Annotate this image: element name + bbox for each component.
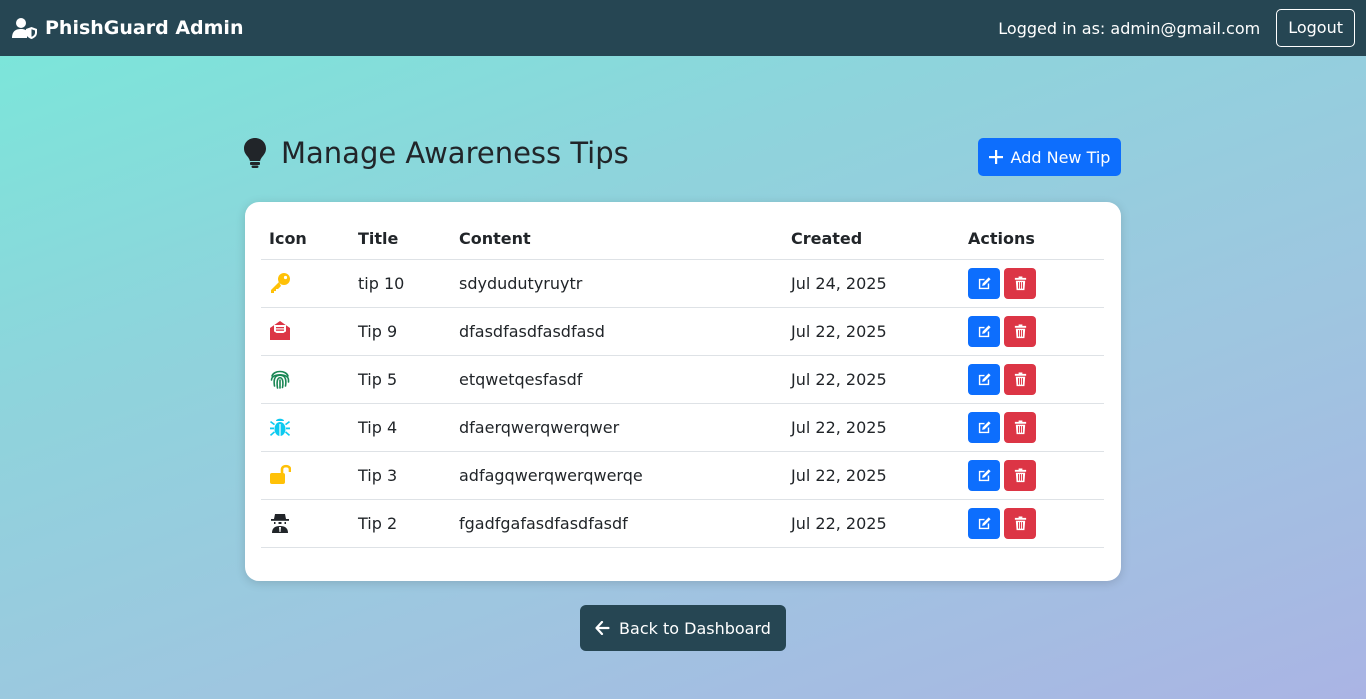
bug-icon [270,418,290,436]
delete-button[interactable] [1004,411,1036,443]
plus-icon [988,150,1003,164]
trash-icon [1014,467,1026,482]
tip-created: Jul 22, 2025 [783,499,960,548]
edit-button[interactable] [968,315,1000,347]
table-row: Tip 3 adfagqwerqwerqwerqe Jul 22, 2025 [261,451,1104,500]
add-new-tip-label: Add New Tip [1010,147,1111,167]
tip-title: Tip 9 [350,307,451,356]
tip-content: etqwetqesfasdf [451,355,783,404]
edit-icon [978,516,991,529]
table-row: Tip 2 fgadfgafasdfasdfasdf Jul 22, 2025 [261,499,1104,548]
header-icon: Icon [261,219,350,260]
edit-icon [978,372,991,385]
tip-title: Tip 2 [350,499,451,548]
actions-cell [960,403,1104,452]
tip-title: Tip 4 [350,403,451,452]
header-created: Created [783,219,960,260]
edit-icon [978,324,991,337]
table-row: tip 10 sdydudutyruytr Jul 24, 2025 [261,259,1104,308]
table-row: Tip 5 etqwetqesfasdf Jul 22, 2025 [261,355,1104,404]
trash-icon [1014,419,1026,434]
tip-content: adfagqwerqwerqwerqe [451,451,783,500]
lightbulb-icon [244,138,266,168]
tip-created: Jul 22, 2025 [783,403,960,452]
actions-cell [960,307,1104,356]
logout-button[interactable]: Logout [1276,9,1355,47]
icon-cell [261,403,350,452]
logged-in-user: Logged in as: admin@gmail.com [998,18,1261,38]
tip-created: Jul 22, 2025 [783,451,960,500]
tip-content: sdydudutyruytr [451,259,783,308]
trash-icon [1014,275,1026,290]
user-shield-icon [12,18,37,39]
tip-content: dfaerqwerqwerqwer [451,403,783,452]
brand[interactable]: PhishGuard Admin [12,17,243,39]
table-row: Tip 4 dfaerqwerqwerqwer Jul 22, 2025 [261,403,1104,452]
envelope-open-icon [270,321,290,340]
header-actions: Actions [960,219,1104,260]
fingerprint-icon [270,370,290,389]
edit-icon [978,420,991,433]
edit-button[interactable] [968,267,1000,299]
delete-button[interactable] [1004,315,1036,347]
key-icon [271,273,290,293]
icon-cell [261,259,350,308]
delete-button[interactable] [1004,267,1036,299]
icon-cell [261,499,350,548]
edit-icon [978,276,991,289]
tip-content: fgadfgafasdfasdfasdf [451,499,783,548]
tip-created: Jul 22, 2025 [783,307,960,356]
page-title: Manage Awareness Tips [281,136,629,170]
back-to-dashboard-label: Back to Dashboard [619,618,771,638]
trash-icon [1014,515,1026,530]
icon-cell [261,307,350,356]
user-secret-icon [271,514,289,533]
edit-icon [978,468,991,481]
add-new-tip-button[interactable]: Add New Tip [978,138,1121,176]
actions-cell [960,259,1104,308]
actions-cell [960,451,1104,500]
tip-content: dfasdfasdfasdfasd [451,307,783,356]
table-row: Tip 9 dfasdfasdfasdfasd Jul 22, 2025 [261,307,1104,356]
edit-button[interactable] [968,411,1000,443]
tips-table: Icon Title Content Created Actions tip 1… [261,219,1104,548]
trash-icon [1014,323,1026,338]
tip-created: Jul 22, 2025 [783,355,960,404]
icon-cell [261,355,350,404]
arrow-left-icon [595,621,610,635]
header-content: Content [451,219,783,260]
icon-cell [261,451,350,500]
delete-button[interactable] [1004,507,1036,539]
edit-button[interactable] [968,459,1000,491]
tip-created: Jul 24, 2025 [783,259,960,308]
brand-name: PhishGuard Admin [45,17,244,39]
tip-title: Tip 3 [350,451,451,500]
edit-button[interactable] [968,363,1000,395]
table-header-row: Icon Title Content Created Actions [261,219,1104,260]
actions-cell [960,355,1104,404]
trash-icon [1014,371,1026,386]
delete-button[interactable] [1004,459,1036,491]
back-to-dashboard-button[interactable]: Back to Dashboard [580,605,786,651]
actions-cell [960,499,1104,548]
unlock-icon [270,464,291,484]
tips-card: Icon Title Content Created Actions tip 1… [245,202,1121,581]
tip-title: tip 10 [350,259,451,308]
tip-title: Tip 5 [350,355,451,404]
delete-button[interactable] [1004,363,1036,395]
nav-right: Logged in as: admin@gmail.com Logout [998,9,1355,47]
page-heading: Manage Awareness Tips [244,134,629,172]
header-title: Title [350,219,451,260]
edit-button[interactable] [968,507,1000,539]
top-navbar: PhishGuard Admin Logged in as: admin@gma… [0,0,1366,56]
